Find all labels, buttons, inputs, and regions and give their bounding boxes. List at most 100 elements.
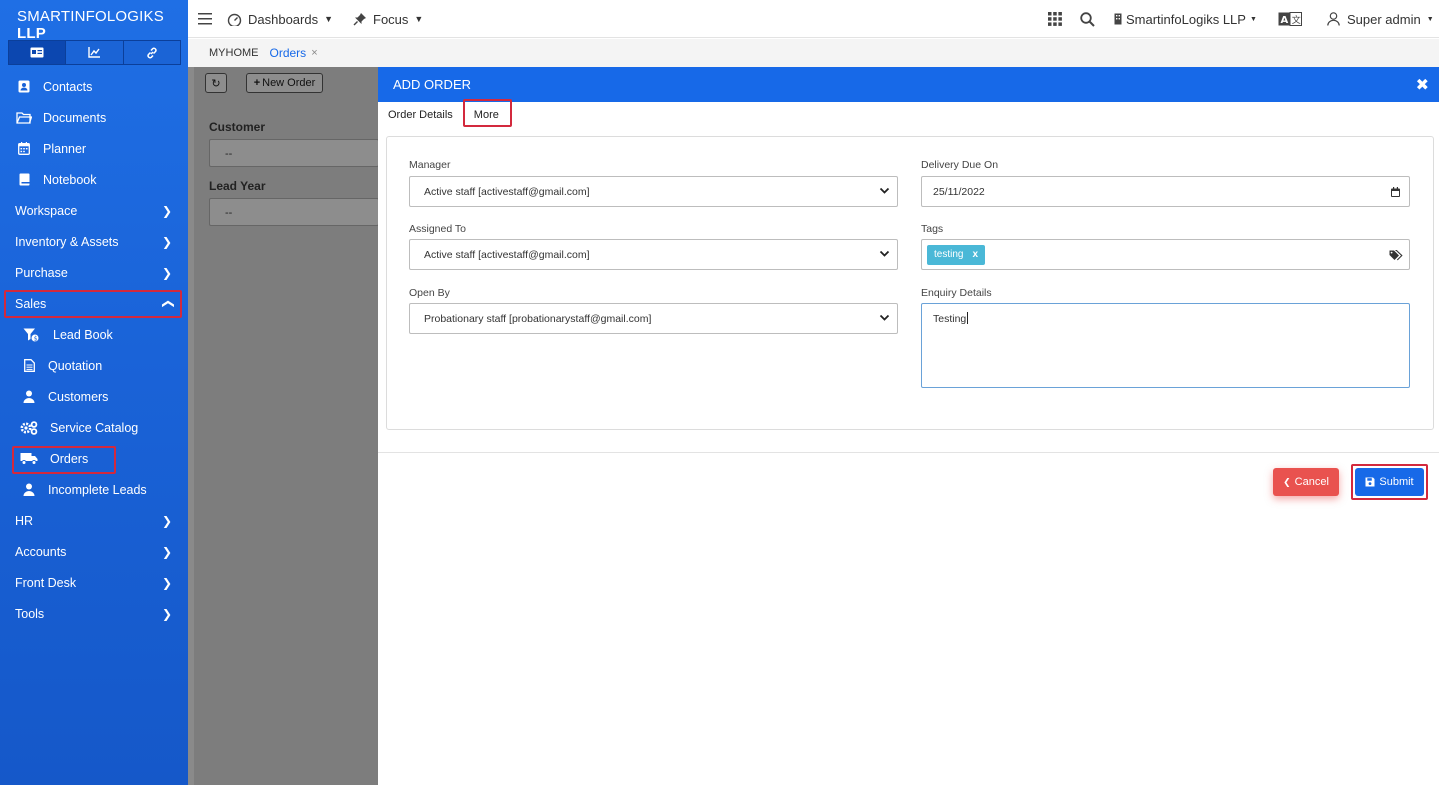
dashboards-menu[interactable]: Dashboards ▼ [227,0,333,38]
caret-down-icon: ▼ [1249,15,1257,23]
breadcrumb-current[interactable]: Orders [270,46,307,60]
remove-tag-icon[interactable]: x [972,249,978,260]
modal-header: ADD ORDER ✖ [378,67,1439,102]
hamburger-menu-button[interactable] [198,0,212,38]
breadcrumb-home[interactable]: MYHOME [209,47,259,59]
tags-label: Tags [921,223,944,235]
sidebar-item-lead-book[interactable]: $ Lead Book [0,319,188,350]
assigned-to-select[interactable]: Active staff [activestaff@gmail.com] [409,239,898,270]
thumbtack-icon [353,13,366,26]
focus-menu[interactable]: Focus ▼ [353,0,423,38]
highlight-submit-button [1351,464,1428,500]
sidebar-item-accounts[interactable]: Accounts ❯ [0,536,188,567]
refresh-button[interactable]: ↻ [205,73,227,93]
assigned-to-label: Assigned To [409,223,467,235]
sidebar-tab-reports[interactable] [66,41,124,64]
text-cursor [967,312,969,324]
calendar-icon [15,142,33,155]
caret-down-icon: ▼ [1426,15,1434,23]
close-icon[interactable]: ✖ [1416,75,1429,95]
sidebar-item-incomplete-leads[interactable]: Incomplete Leads [0,474,188,505]
chevron-down-icon [879,187,890,194]
open-by-select[interactable]: Probationary staff [probationarystaff@gm… [409,303,898,334]
delivery-due-input[interactable]: 25/11/2022 [921,176,1410,207]
chevron-right-icon: ❯ [161,545,172,559]
add-order-modal: ADD ORDER ✖ Order Details More Manager A… [378,67,1439,785]
sidebar-item-quotation[interactable]: Quotation [0,350,188,381]
lead-year-select[interactable]: -- [209,198,379,226]
search-button[interactable] [1080,0,1095,38]
enquiry-details-textarea[interactable]: Testing [921,303,1410,388]
manager-select[interactable]: Active staff [activestaff@gmail.com] [409,176,898,207]
new-order-button[interactable]: + New Order [246,73,323,93]
user-outline-icon [1327,12,1340,26]
gears-icon [20,420,38,435]
lead-year-label: Lead Year [209,179,266,193]
sidebar-item-purchase[interactable]: Purchase ❯ [0,257,188,288]
sidebar-item-service-catalog[interactable]: Service Catalog [0,412,188,443]
sidebar-item-hr[interactable]: HR ❯ [0,505,188,536]
caret-down-icon: ▼ [414,14,424,24]
caret-down-icon: ▼ [324,14,334,24]
top-bar: Dashboards ▼ Focus ▼ SmartinfoLogiks LLP… [188,0,1439,38]
chevron-down-icon [879,250,890,257]
sidebar-item-customers[interactable]: Customers [0,381,188,412]
funnel-dollar-icon: $ [22,328,40,342]
background-page: ↻ + New Order Customer -- Lead Year -- [188,67,379,785]
tags-icon [1389,250,1403,261]
tab-order-details[interactable]: Order Details [388,102,453,129]
sidebar-item-notebook[interactable]: Notebook [0,164,188,195]
chevron-left-icon: ❮ [1283,476,1291,487]
modal-title: ADD ORDER [393,77,472,92]
building-icon [1114,13,1122,25]
svg-text:$: $ [34,335,38,342]
delivery-due-label: Delivery Due On [921,159,999,171]
customer-select[interactable]: -- [209,139,379,167]
document-icon [20,359,38,372]
chevron-right-icon: ❯ [161,204,172,218]
chevron-right-icon: ❯ [161,576,172,590]
highlight-more-tab [463,99,512,127]
translate-icon: A文 [1278,12,1302,26]
order-details-panel: Manager Active staff [activestaff@gmail.… [386,136,1434,430]
company-selector[interactable]: SmartinfoLogiks LLP ▼ [1114,0,1257,38]
apps-grid-button[interactable] [1048,0,1062,38]
user-icon [20,483,38,496]
calendar-icon[interactable] [1391,187,1400,197]
sidebar-tab-links[interactable] [123,41,180,64]
user-menu[interactable]: Super admin ▼ [1327,0,1434,38]
chevron-down-icon [879,314,890,321]
chart-line-icon [88,47,100,58]
sidebar-item-front-desk[interactable]: Front Desk ❯ [0,567,188,598]
language-button[interactable]: A文 [1278,0,1302,38]
hamburger-icon [198,13,212,25]
sidebar-item-tools[interactable]: Tools ❯ [0,598,188,629]
search-icon [1080,11,1095,27]
chevron-right-icon: ❯ [161,514,172,528]
sidebar-item-contacts[interactable]: Contacts [0,71,188,102]
sidebar-item-workspace[interactable]: Workspace ❯ [0,195,188,226]
highlight-sales [4,290,182,318]
modal-tabs: Order Details More [378,102,1439,129]
cancel-button[interactable]: ❮ Cancel [1273,468,1339,496]
manager-label: Manager [409,159,451,171]
tags-input[interactable]: testing x [921,239,1410,270]
sidebar-item-inventory-assets[interactable]: Inventory & Assets ❯ [0,226,188,257]
brand-logo[interactable]: SMARTINFOLOGIKS LLP [0,0,188,42]
sidebar-item-documents[interactable]: Documents [0,102,188,133]
folder-icon [15,111,33,124]
chevron-right-icon: ❯ [161,266,172,280]
user-icon [20,390,38,403]
footer-divider [378,452,1439,453]
close-tab-icon[interactable]: × [311,47,317,59]
sidebar-item-planner[interactable]: Planner [0,133,188,164]
customer-label: Customer [209,120,266,134]
svg-text:A: A [1281,15,1289,26]
svg-text:文: 文 [1292,14,1301,26]
sidebar-tab-modules[interactable] [9,41,67,64]
speedometer-icon [227,13,242,26]
chevron-right-icon: ❯ [161,235,172,249]
tag-chip: testing x [927,244,986,265]
notebook-icon [15,173,33,186]
chevron-right-icon: ❯ [161,607,172,621]
